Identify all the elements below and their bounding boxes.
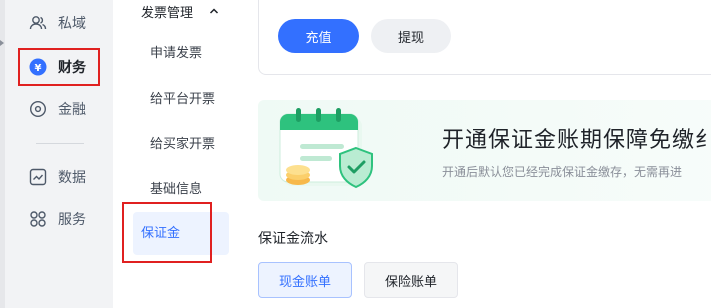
sidebar-item-private-domain[interactable]: 私域 bbox=[20, 5, 102, 41]
subnav-item-deposit[interactable]: 保证金 bbox=[133, 212, 229, 255]
sidebar-item-finance[interactable]: ¥ 财务 bbox=[18, 48, 102, 86]
group-title: 发票管理 bbox=[141, 5, 194, 21]
tab-insurance-bill[interactable]: 保险账单 bbox=[364, 262, 458, 298]
collapse-caret-icon[interactable] bbox=[0, 40, 4, 46]
invoice-group-header[interactable]: 发票管理 bbox=[141, 0, 219, 22]
sidebar-divider bbox=[36, 143, 84, 144]
tab-cash-bill[interactable]: 现金账单 bbox=[258, 262, 352, 298]
subnav-item-apply-invoice[interactable]: 申请发票 bbox=[150, 44, 202, 64]
primary-sidebar: 私域 ¥ 财务 金融 数据 服务 bbox=[0, 0, 113, 308]
secondary-sidebar: 发票管理 申请发票 给平台开票 给买家开票 基础信息 保证金 bbox=[113, 0, 234, 308]
sidebar-item-label: 私域 bbox=[58, 16, 86, 32]
highlight-box bbox=[18, 48, 100, 86]
sidebar-item-label: 数据 bbox=[58, 170, 86, 186]
community-icon bbox=[29, 14, 47, 32]
sidebar-item-banking[interactable]: 金融 bbox=[20, 91, 102, 127]
chart-line-icon bbox=[29, 168, 47, 186]
subnav-item-basic-info[interactable]: 基础信息 bbox=[150, 180, 202, 200]
sidebar-item-data[interactable]: 数据 bbox=[20, 159, 102, 195]
banner-subtitle: 开通后默认您已经完成保证金缴存，无需再进 bbox=[442, 165, 683, 179]
withdraw-button[interactable]: 提现 bbox=[371, 19, 451, 53]
sidebar-item-label: 服务 bbox=[58, 212, 86, 228]
chevron-up-icon bbox=[209, 4, 219, 19]
grid-apps-icon bbox=[29, 210, 47, 228]
sidebar-item-services[interactable]: 服务 bbox=[20, 201, 102, 237]
subnav-item-platform-invoice[interactable]: 给平台开票 bbox=[150, 90, 215, 110]
sidebar-edge bbox=[0, 0, 5, 308]
finance-ring-icon bbox=[29, 100, 47, 118]
banner-title: 开通保证金账期保障免缴纟 bbox=[442, 128, 711, 153]
sidebar-item-label: 金融 bbox=[58, 102, 86, 118]
subnav-item-buyer-invoice[interactable]: 给买家开票 bbox=[150, 135, 215, 155]
ledger-section-title: 保证金流水 bbox=[258, 231, 328, 247]
recharge-button[interactable]: 充值 bbox=[278, 19, 359, 53]
calendar-shield-illustration-icon bbox=[279, 108, 373, 189]
subnav-item-label: 保证金 bbox=[141, 226, 181, 241]
